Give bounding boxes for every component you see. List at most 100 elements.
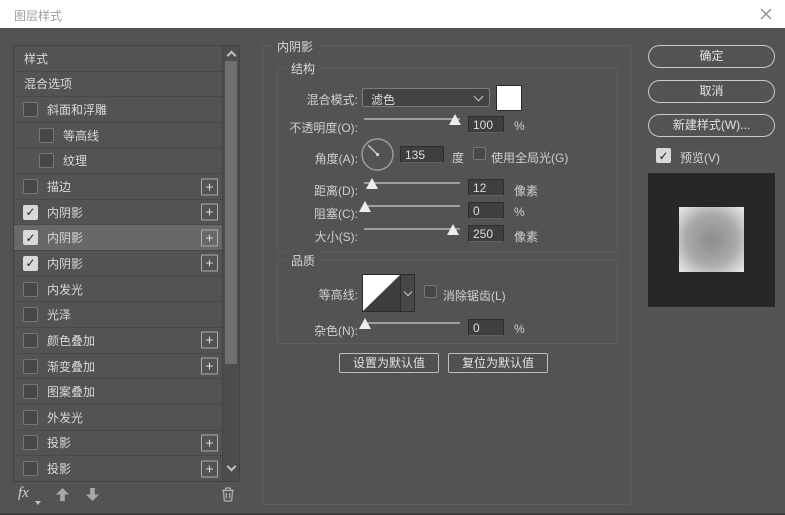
style-list-item[interactable]: 内发光 [14, 277, 239, 303]
quality-legend: 品质 [286, 252, 321, 269]
new-style-button[interactable]: 新建样式(W)... [648, 114, 775, 137]
style-enabled-checkbox[interactable] [23, 179, 38, 195]
style-list-item[interactable]: 颜色叠加 + [14, 328, 239, 354]
style-list-item[interactable]: 等高线 [14, 123, 239, 149]
ok-button[interactable]: 确定 [648, 45, 775, 68]
shadow-color-swatch[interactable] [496, 85, 522, 111]
style-enabled-checkbox[interactable] [39, 153, 54, 169]
set-default-button[interactable]: 设置为默认值 [339, 353, 439, 373]
size-input[interactable] [468, 225, 504, 242]
dialog-body: 样式 混合选项 斜面和浮雕 等高线 纹理 描边 + ✓ 内阴影 + ✓ 内阴影 … [0, 28, 785, 515]
style-list-item[interactable]: 渐变叠加 + [14, 354, 239, 380]
move-effect-down-button[interactable] [85, 487, 100, 505]
add-effect-button[interactable]: + [201, 178, 218, 196]
add-effect-button[interactable]: + [201, 229, 218, 247]
cancel-button[interactable]: 取消 [648, 80, 775, 103]
style-list-item[interactable]: 投影 + [14, 431, 239, 457]
add-effect-button[interactable]: + [201, 203, 218, 221]
size-unit: 像素 [514, 230, 539, 244]
contour-picker[interactable] [362, 274, 415, 312]
style-enabled-checkbox[interactable] [23, 332, 38, 348]
distance-input[interactable] [468, 179, 504, 196]
style-list-item[interactable]: ✓ 内阴影 + [14, 251, 239, 277]
style-list-item[interactable]: 描边 + [14, 174, 239, 200]
style-enabled-checkbox[interactable] [23, 307, 38, 323]
style-item-label: 光泽 [47, 308, 72, 323]
scroll-up-button[interactable] [223, 48, 239, 62]
style-list-item[interactable]: 混合选项 [14, 72, 239, 98]
style-list-item[interactable]: 纹理 [14, 149, 239, 175]
add-effect-button[interactable]: + [201, 254, 218, 272]
slider-thumb[interactable] [449, 114, 462, 125]
style-item-label: 内阴影 [47, 256, 84, 271]
add-effect-button[interactable]: + [201, 434, 218, 452]
style-enabled-checkbox[interactable]: ✓ [23, 230, 38, 246]
styles-scrollbar[interactable] [222, 46, 239, 481]
style-list-item[interactable]: 样式 [14, 46, 239, 72]
opacity-label: 不透明度(O): [289, 121, 358, 135]
reset-default-button[interactable]: 复位为默认值 [448, 353, 548, 373]
add-effect-button[interactable]: + [201, 357, 218, 375]
style-list-item[interactable]: 图案叠加 [14, 379, 239, 405]
choke-input[interactable] [468, 202, 504, 219]
global-light-checkbox[interactable] [473, 147, 486, 160]
distance-slider[interactable] [364, 176, 460, 190]
slider-thumb[interactable] [358, 318, 371, 329]
style-enabled-checkbox[interactable] [23, 358, 38, 374]
angle-unit: 度 [452, 151, 465, 165]
style-enabled-checkbox[interactable] [23, 384, 38, 400]
opacity-slider[interactable] [364, 112, 462, 126]
contour-thumbnail [363, 275, 400, 311]
dialog-titlebar: 图层样式 [0, 0, 785, 28]
angle-input[interactable] [400, 146, 444, 163]
scrollbar-thumb[interactable] [225, 61, 237, 364]
preview-checkbox[interactable]: ✓ [656, 148, 671, 163]
style-item-label: 图案叠加 [47, 385, 96, 400]
slider-track [364, 228, 460, 230]
slider-thumb[interactable] [365, 178, 378, 189]
style-enabled-checkbox[interactable] [23, 102, 38, 118]
check-icon: ✓ [658, 148, 669, 163]
contour-dropdown-button[interactable] [400, 275, 414, 311]
antialias-checkbox[interactable] [424, 285, 437, 298]
add-effect-button[interactable]: + [201, 331, 218, 349]
close-icon[interactable] [759, 7, 773, 21]
noise-slider[interactable] [358, 316, 460, 330]
angle-label: 角度(A): [314, 152, 358, 166]
style-list-item[interactable]: 斜面和浮雕 [14, 97, 239, 123]
chevron-down-icon [403, 287, 412, 296]
style-enabled-checkbox[interactable] [23, 281, 38, 297]
move-effect-up-button[interactable] [55, 487, 70, 505]
fx-caret-icon [35, 501, 41, 505]
style-enabled-checkbox[interactable] [23, 435, 38, 451]
slider-thumb[interactable] [358, 201, 371, 212]
style-item-label: 内阴影 [47, 231, 84, 246]
style-list-item[interactable]: ✓ 内阴影 + [14, 200, 239, 226]
choke-label: 阻塞(C): [314, 207, 358, 221]
dialog-title: 图层样式 [14, 9, 63, 23]
style-list-item[interactable]: 光泽 [14, 302, 239, 329]
style-list-item[interactable]: ✓ 内阴影 + [14, 225, 239, 252]
style-preview [648, 173, 775, 307]
add-effect-button[interactable]: + [201, 460, 218, 478]
angle-dial[interactable] [360, 137, 395, 172]
slider-thumb[interactable] [447, 224, 460, 235]
opacity-input[interactable] [468, 116, 504, 133]
style-enabled-checkbox[interactable] [23, 409, 38, 425]
style-item-label: 颜色叠加 [47, 333, 96, 348]
style-list-item[interactable]: 外发光 [14, 405, 239, 431]
fx-menu-button[interactable]: fx [18, 485, 29, 502]
noise-input[interactable] [468, 319, 504, 336]
style-enabled-checkbox[interactable] [23, 461, 38, 477]
style-enabled-checkbox[interactable]: ✓ [23, 255, 38, 271]
distance-label: 距离(D): [314, 184, 358, 198]
style-list-item[interactable]: 投影 + [14, 456, 239, 481]
blend-mode-select[interactable]: 滤色 [362, 88, 490, 107]
style-item-label: 样式 [24, 51, 49, 66]
style-enabled-checkbox[interactable]: ✓ [23, 204, 38, 220]
choke-slider[interactable] [358, 199, 460, 213]
scroll-down-button[interactable] [223, 459, 239, 473]
delete-effect-button[interactable] [220, 486, 236, 506]
size-slider[interactable] [364, 222, 460, 236]
style-enabled-checkbox[interactable] [39, 127, 54, 143]
